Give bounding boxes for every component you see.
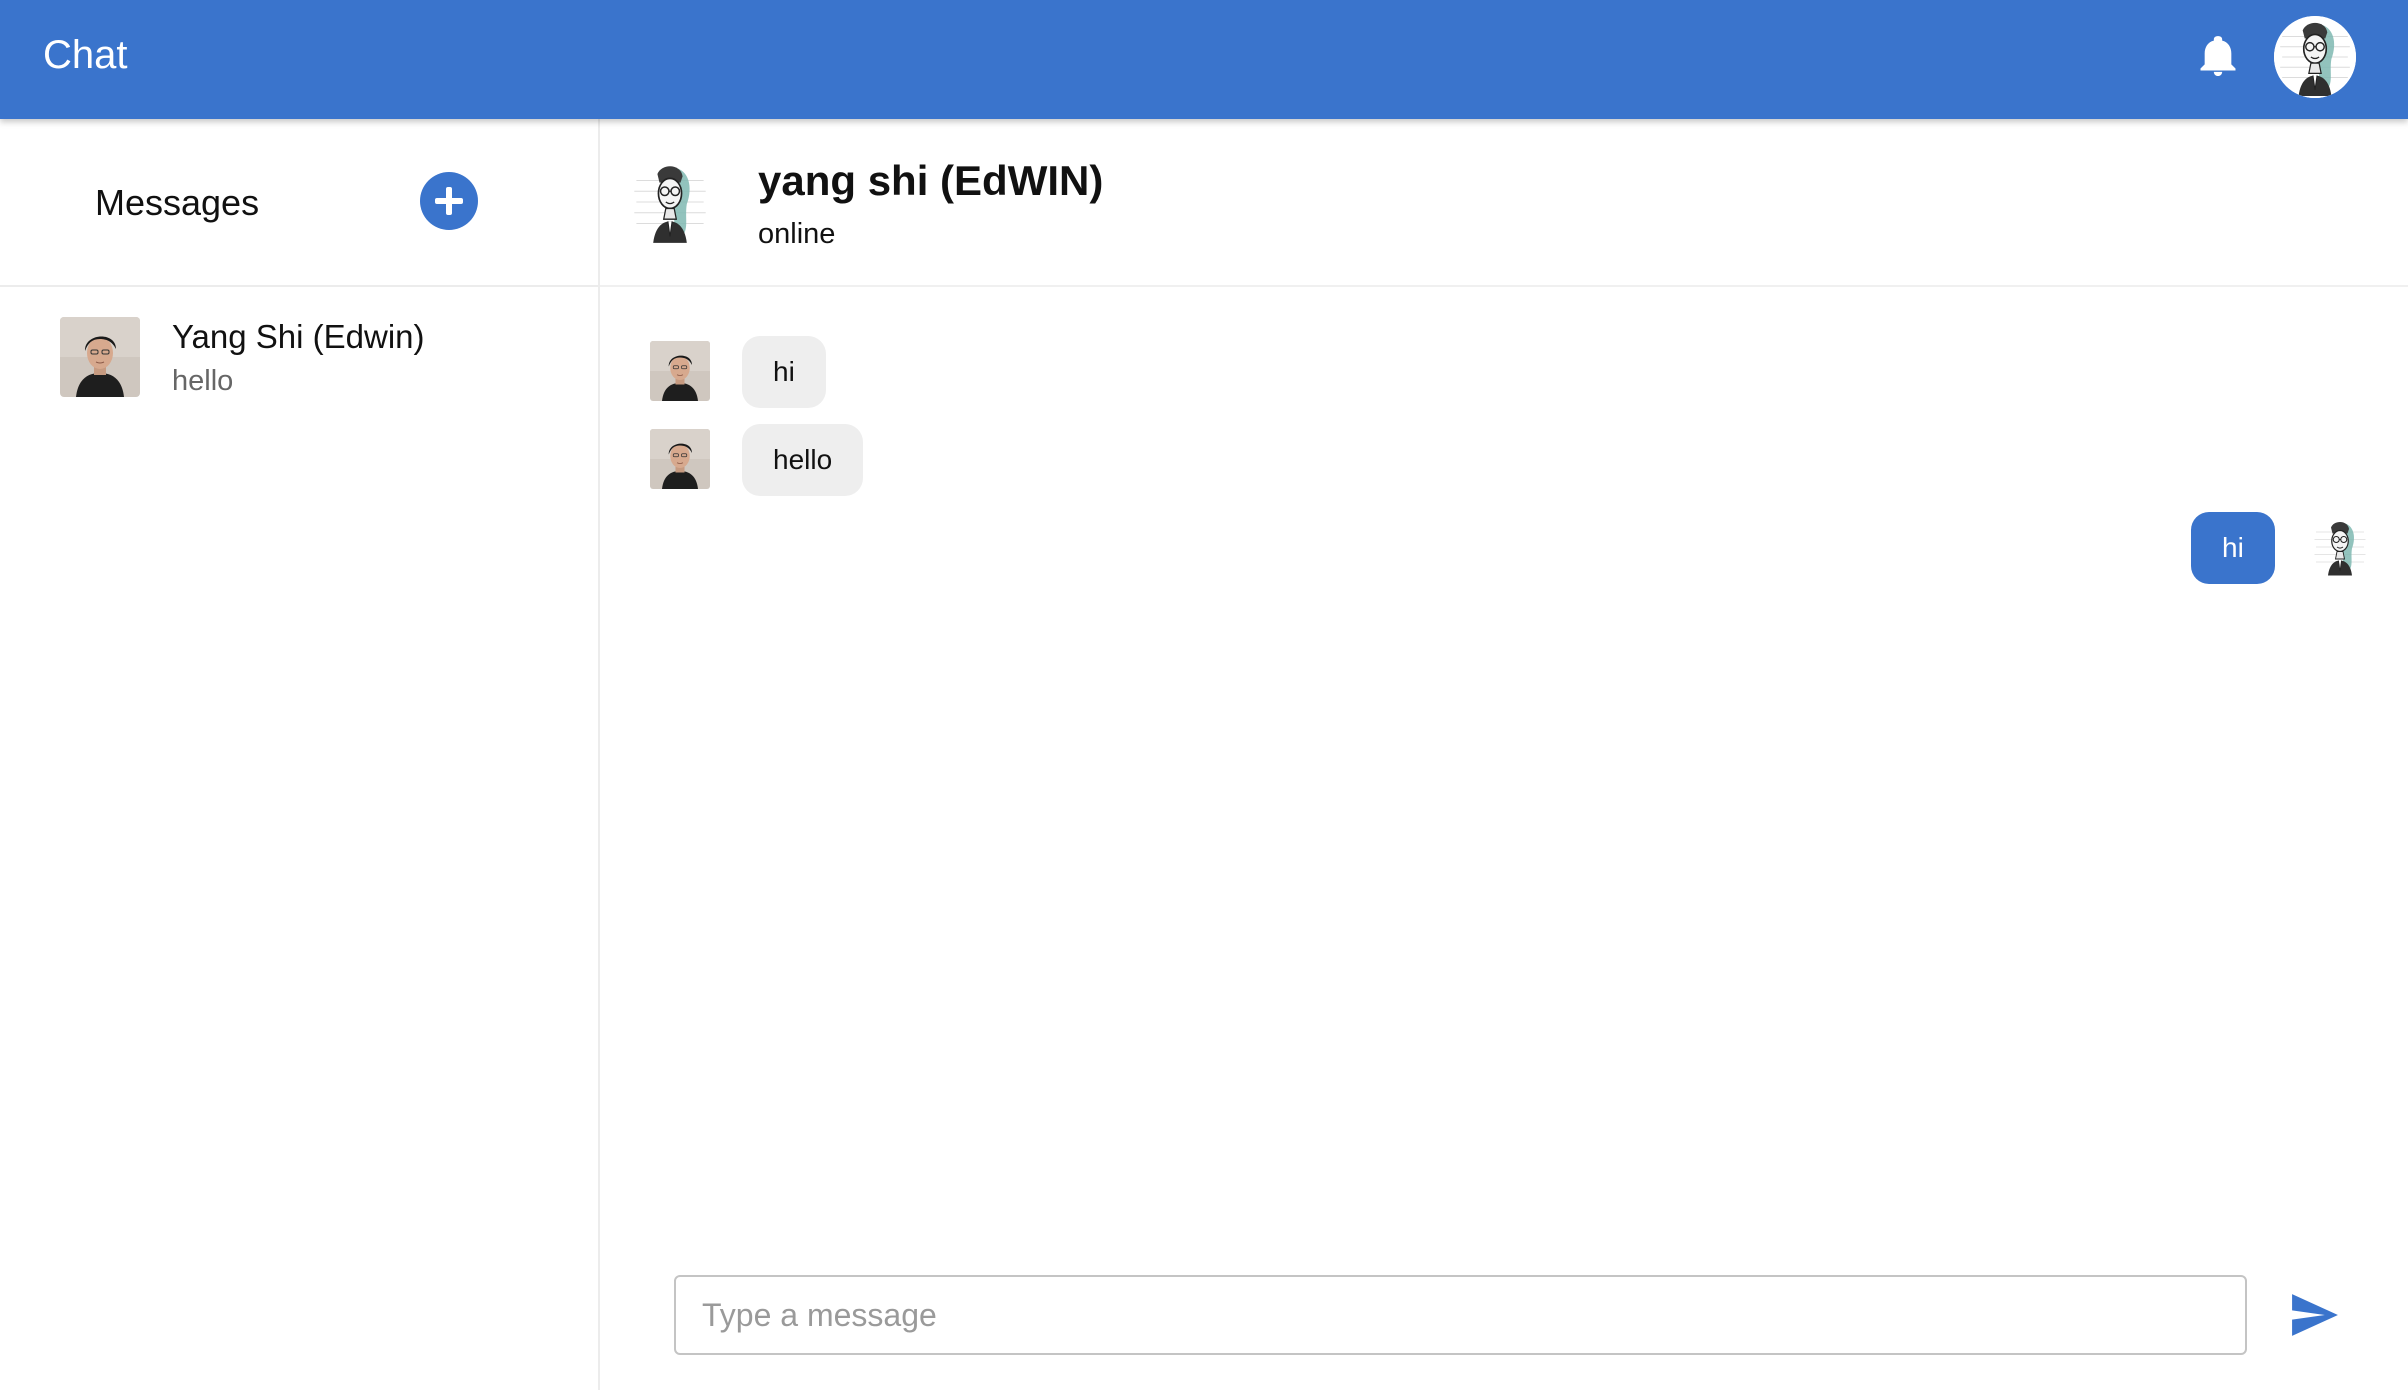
- avatar: [60, 317, 140, 397]
- message-bubble-incoming: hi: [742, 336, 826, 408]
- message-avatar: [650, 429, 710, 489]
- chat-header: yang shi (EdWIN) online: [600, 119, 2408, 287]
- conversation-name: Yang Shi (Edwin): [172, 318, 425, 355]
- new-conversation-button[interactable]: [420, 172, 478, 230]
- sidebar-title: Messages: [95, 182, 260, 223]
- message-bubble-incoming: hello: [742, 424, 864, 496]
- profile-avatar[interactable]: [2274, 16, 2356, 98]
- bell-icon[interactable]: [2198, 34, 2238, 78]
- conversation-sidebar: Messages Yang Shi (Edwin) hello: [0, 119, 600, 1390]
- message-avatar: [650, 341, 710, 401]
- sidebar-header: Messages: [0, 119, 598, 287]
- chat-panel: yang shi (EdWIN) online hi hello hi: [600, 119, 2408, 1390]
- conversation-item[interactable]: Yang Shi (Edwin) hello: [0, 287, 598, 411]
- app-bar: Chat: [0, 0, 2408, 119]
- contact-name: yang shi (EdWIN): [758, 157, 1104, 204]
- send-icon[interactable]: [2290, 1292, 2340, 1338]
- contact-status: online: [758, 218, 836, 250]
- message-input[interactable]: [674, 1275, 2247, 1355]
- contact-avatar: [628, 159, 712, 245]
- conversation-preview: hello: [172, 365, 234, 397]
- app-title: Chat: [43, 33, 128, 77]
- message-bubble-outgoing: hi: [2191, 512, 2275, 584]
- my-avatar: [2310, 517, 2370, 577]
